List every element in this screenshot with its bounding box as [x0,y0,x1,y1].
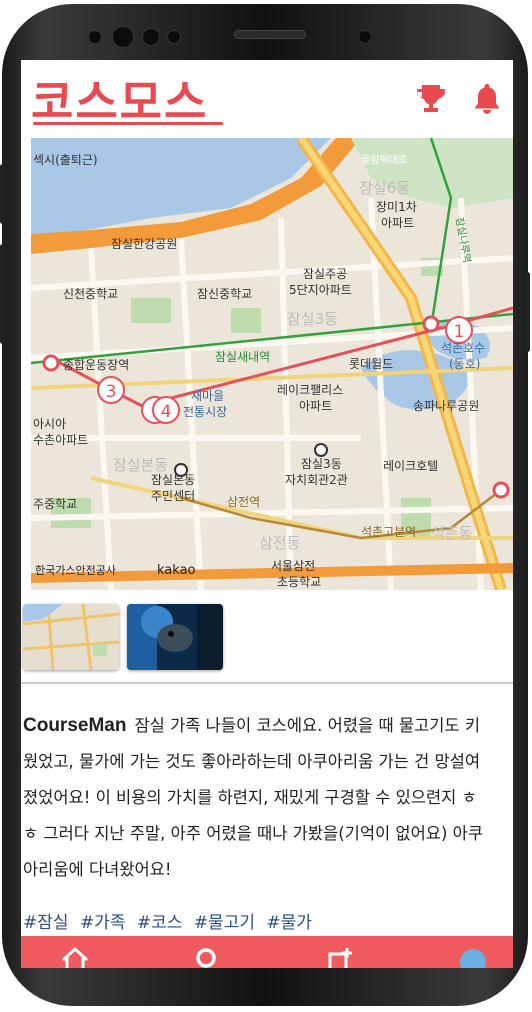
svg-text:한국가스안전공사: 한국가스안전공사 [35,564,116,577]
svg-text:잠실3동: 잠실3동 [301,457,342,471]
hashtag[interactable]: #물가 [266,913,312,933]
svg-text:4: 4 [161,402,172,422]
photo-thumbnails [21,600,513,680]
sensor-dot [142,28,160,46]
svg-text:5단지아파트: 5단지아파트 [289,283,352,297]
front-camera [358,30,372,44]
svg-text:아파트: 아파트 [381,216,414,230]
app-screen: 코스모스 1 3 4 섹시(출퇴근) 올림픽대로 잠실6동 장미1차 아파트 잠… [21,60,513,968]
svg-text:섹시(출퇴근): 섹시(출퇴근) [33,153,98,167]
svg-text:kakao: kakao [157,563,196,578]
hashtag[interactable]: #코스 [137,913,183,933]
svg-text:석촌호수: 석촌호수 [441,341,485,355]
app-header: 코스모스 [21,60,513,138]
course-map[interactable]: 1 3 4 섹시(출퇴근) 올림픽대로 잠실6동 장미1차 아파트 잠실나루역 … [31,138,513,590]
phone-frame: 코스모스 1 3 4 섹시(출퇴근) 올림픽대로 잠실6동 장미1차 아파트 잠… [0,4,530,1006]
svg-text:잠실새내역: 잠실새내역 [215,350,270,364]
profile-icon[interactable] [459,946,487,968]
aquarium-photo-thumbnail[interactable] [127,604,223,670]
power-button [525,272,530,352]
svg-text:석촌동: 석촌동 [431,524,473,542]
post-body: CourseMan 잠실 가족 나들이 코스에요. 어렸을 때 물고기도 키 웠었… [23,708,509,888]
svg-text:신천중학교: 신천중학교 [63,286,118,301]
svg-text:1: 1 [454,322,465,342]
svg-text:자치회관2관: 자치회관2관 [285,473,348,487]
hashtag[interactable]: #가족 [80,913,126,933]
map-marker[interactable]: 4 [141,396,180,424]
volume-button [0,164,5,224]
svg-text:아시아: 아시아 [33,417,66,431]
svg-text:삼전역: 삼전역 [227,495,260,509]
svg-text:서울삼전: 서울삼전 [271,559,315,573]
svg-text:잠실본동: 잠실본동 [151,473,195,487]
map-canvas: 1 3 4 섹시(출퇴근) 올림픽대로 잠실6동 장미1차 아파트 잠실나루역 … [31,138,513,590]
section-divider [21,682,513,684]
svg-text:초등학교: 초등학교 [277,575,321,589]
add-course-icon[interactable] [327,946,355,968]
map-marker[interactable]: 1 [445,316,473,344]
svg-text:잠실본동: 잠실본동 [113,456,168,474]
svg-text:롯데월드: 롯데월드 [349,357,393,371]
svg-text:송파나루공원: 송파나루공원 [413,399,479,413]
svg-text:전통시장: 전통시장 [183,405,227,419]
svg-text:아파트: 아파트 [299,399,332,413]
svg-text:(동호): (동호) [449,357,480,371]
svg-text:잠실주공: 잠실주공 [303,267,347,281]
svg-text:잠실6동: 잠실6동 [359,179,410,197]
svg-text:주민센터: 주민센터 [151,489,195,503]
sensor-dot [88,30,102,44]
svg-text:잠신중학교: 잠신중학교 [197,287,252,301]
post-line: 웠었고, 물가에 가는 것도 좋아라하는데 아쿠아리움 가는 건 망설여 [23,752,481,771]
map-marker[interactable]: 3 [97,376,125,404]
search-icon[interactable] [193,946,221,968]
hashtag[interactable]: #잠실 [23,913,69,933]
author-name[interactable]: CourseMan [23,715,126,736]
earpiece [234,30,306,39]
svg-text:잠실3동: 잠실3동 [287,310,338,328]
bottom-navigation [21,936,513,968]
svg-text:석촌고분역: 석촌고분역 [361,525,416,539]
map-thumbnail[interactable] [23,604,119,670]
svg-text:새마을: 새마을 [191,389,224,403]
hashtag-list: #잠실 #가족 #코스 #물고기 #물가 [23,908,318,933]
logo-underline [33,122,223,125]
svg-text:종합운동장역: 종합운동장역 [63,358,129,372]
svg-text:잠실한강공원: 잠실한강공원 [111,237,177,251]
bixby-button [0,244,5,344]
svg-text:수촌아파트: 수촌아파트 [33,433,88,447]
svg-text:장미1차: 장미1차 [376,200,417,214]
post-line: 아리움에 다녀왔어요! [23,860,172,879]
svg-text:레이크팰리스: 레이크팰리스 [277,383,343,397]
hashtag[interactable]: #물고기 [194,913,255,933]
post-line: 잠실 가족 나들이 코스에요. 어렸을 때 물고기도 키 [134,716,481,735]
svg-text:올림픽대로: 올림픽대로 [361,154,407,166]
trophy-icon[interactable] [413,80,449,116]
sensor-dot [167,30,181,44]
sensor-dot [112,26,134,48]
svg-text:레이크호텔: 레이크호텔 [383,459,438,473]
svg-text:주중학교: 주중학교 [33,497,77,511]
svg-text:삼전동: 삼전동 [259,534,301,552]
home-icon[interactable] [61,946,89,968]
bell-icon[interactable] [469,80,505,116]
post-line: 졌었어요! 이 비용의 가치를 하련지, 재밌게 구경할 수 있으련지 ㅎ [23,788,477,807]
svg-text:3: 3 [106,382,117,402]
post-line: ㅎ 그러다 지난 주말, 아주 어렸을 때나 가봤을(기억이 없어요) 아쿠 [23,824,484,843]
